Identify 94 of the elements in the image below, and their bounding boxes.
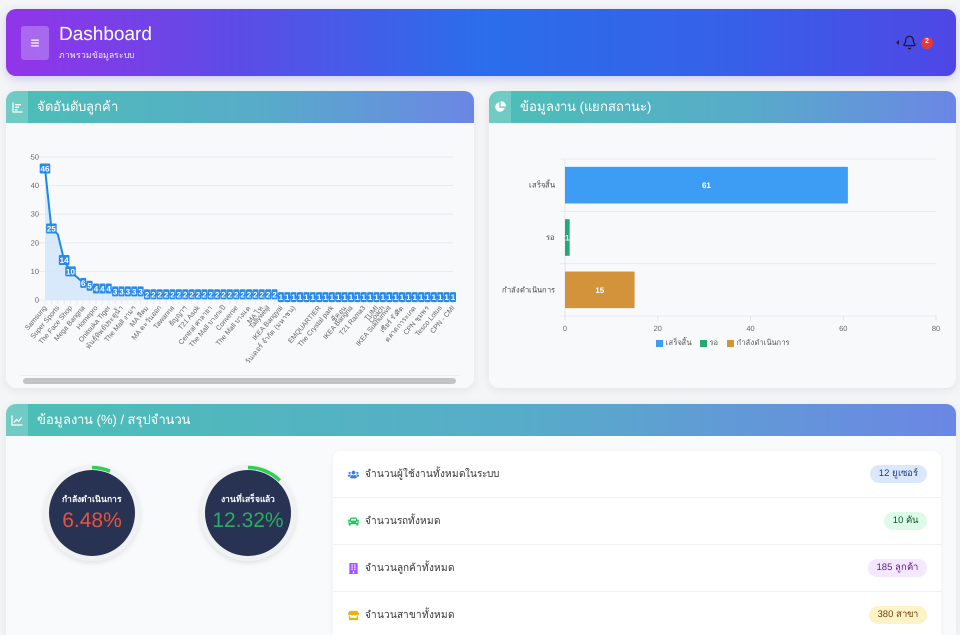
gauge-value: 6.48% (62, 508, 122, 532)
count-badge: 185 ลูกค้า (868, 559, 927, 577)
value-label: 2 (240, 289, 246, 300)
value-label: 2 (144, 289, 150, 300)
value-label: 3 (131, 286, 138, 296)
scrollbar-thumb[interactable] (23, 378, 456, 384)
value-label: 1 (450, 292, 456, 302)
value-label: 2 (163, 289, 170, 300)
value-label: 2 (208, 289, 214, 300)
value-label: 1 (418, 292, 424, 302)
value-label: 2 (220, 289, 226, 300)
value-label: 5 (86, 280, 93, 291)
value-label: 1 (392, 292, 399, 302)
stat-label: จำนวนสาขาทั้งหมด (365, 608, 454, 622)
gauge-label: กำลังดำเนินการ (62, 494, 122, 504)
value-label: 1 (297, 292, 303, 302)
value-label: 2 (265, 289, 272, 300)
value-label: 1 (412, 292, 418, 302)
value-label: 3 (124, 286, 131, 296)
count-badge: 380 สาขา (868, 606, 927, 624)
value-label: 10 (65, 266, 76, 276)
value-label: 1 (316, 292, 322, 302)
bar-value-label: 61 (702, 181, 711, 190)
store-icon (348, 610, 359, 620)
value-label: 1 (360, 292, 367, 302)
value-label: 2 (214, 289, 220, 300)
value-label: 3 (118, 286, 124, 296)
value-label: 4 (106, 284, 112, 294)
card-title: จัดอันดับลูกค้า (37, 99, 118, 115)
value-label: 1 (335, 292, 342, 302)
menu-button[interactable] (21, 26, 49, 60)
value-label: 2 (188, 289, 195, 300)
value-label: 1 (386, 292, 392, 302)
caret-icon (896, 40, 899, 45)
value-label: 2 (150, 289, 156, 300)
card-title: ข้อมูลงาน (%) / สรุปจำนวน (37, 412, 191, 428)
value-label: 1 (380, 292, 386, 302)
page-subtitle: ภาพรวมข้อมูลระบบ (59, 50, 135, 61)
value-label: 1 (322, 292, 328, 302)
menu-icon (30, 38, 40, 48)
value-label: 1 (348, 292, 354, 302)
value-label: 1 (430, 292, 437, 302)
value-label: 3 (112, 286, 118, 296)
value-label: 2 (246, 289, 252, 300)
stat-label: จำนวนผู้ใช้งานทั้งหมดในระบบ (365, 468, 499, 480)
value-label: 2 (170, 289, 176, 300)
value-label: 2 (176, 289, 182, 300)
value-label: 2 (156, 289, 163, 300)
card-title: ข้อมูลงาน (แยกสถานะ) (520, 99, 652, 115)
car-icon (348, 516, 359, 526)
bell-icon (902, 35, 917, 50)
bar-value-label: 1 (565, 234, 570, 242)
value-label: 4 (93, 284, 99, 294)
building-icon (348, 562, 359, 574)
value-label: 1 (399, 292, 405, 302)
count-badge: 10 คัน (884, 512, 927, 530)
stat-label: จำนวนลูกค้าทั้งหมด (365, 562, 454, 574)
value-label: 1 (290, 292, 297, 302)
value-label: 2 (195, 289, 201, 300)
value-label: 1 (310, 292, 316, 302)
notification-button[interactable] (902, 35, 917, 50)
page-title: Dashboard (59, 24, 152, 46)
value-label: 1 (284, 292, 290, 302)
value-label: 2 (258, 289, 265, 300)
value-label: 46 (40, 163, 50, 174)
value-label: 1 (424, 292, 430, 302)
value-label: 2 (182, 289, 188, 300)
value-label: 2 (201, 289, 208, 300)
value-label: 1 (374, 292, 380, 302)
line-chart-icon (6, 404, 28, 436)
count-badge: 12 ยูเซอร์ (870, 465, 927, 483)
value-label: 1 (354, 292, 360, 302)
value-label: 2 (226, 289, 233, 300)
value-label: 1 (328, 292, 335, 302)
gauge-value: 12.32% (212, 508, 284, 532)
value-label: 3 (138, 286, 144, 296)
value-label: 1 (367, 292, 374, 302)
value-label: 1 (278, 292, 284, 302)
value-label: 2 (272, 289, 278, 300)
value-label: 2 (252, 289, 258, 300)
value-label: 1 (437, 292, 444, 302)
value-label: 1 (303, 292, 310, 302)
bar-value-label: 15 (595, 286, 604, 295)
value-label: 1 (405, 292, 412, 302)
value-label: 1 (444, 292, 450, 302)
bar-chart-icon (6, 91, 28, 123)
gauge-label: งานที่เสร็จแล้ว (221, 494, 275, 504)
users-icon (348, 468, 359, 480)
value-label: 1 (342, 292, 348, 302)
pie-chart-icon (489, 91, 511, 123)
value-label: 25 (46, 224, 57, 234)
value-label: 4 (99, 284, 106, 294)
stat-label: จำนวนรถทั้งหมด (365, 514, 440, 528)
value-label: 2 (233, 289, 240, 300)
